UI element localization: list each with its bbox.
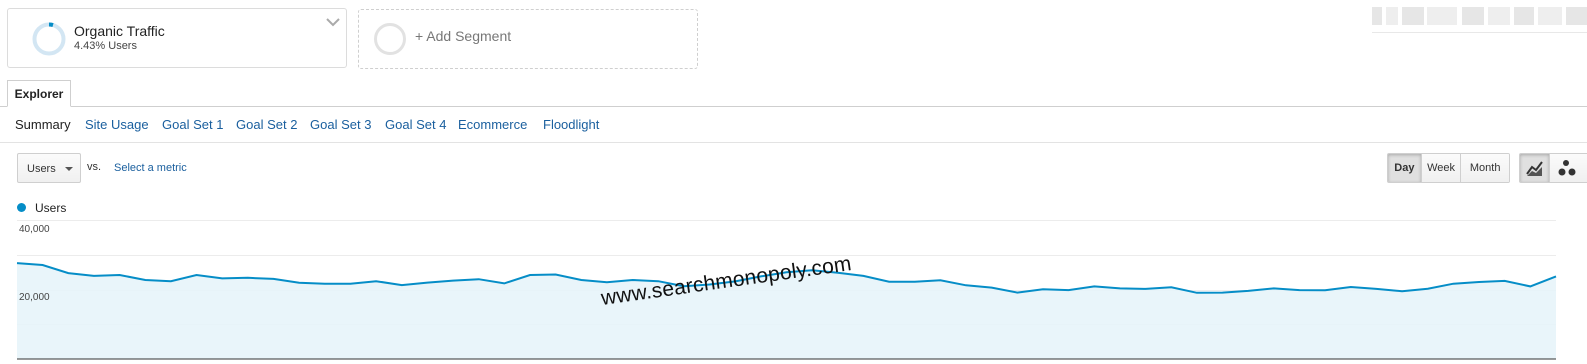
data-point[interactable] [1270,284,1278,292]
data-point[interactable] [885,278,893,286]
data-point[interactable] [1398,287,1406,295]
y-tick-label-40000: 40,000 [19,224,50,235]
data-point[interactable] [500,279,508,287]
data-point[interactable] [90,272,98,280]
data-point[interactable] [64,269,72,277]
data-point[interactable] [1090,282,1098,290]
data-point[interactable] [116,271,124,279]
data-point[interactable] [1424,285,1432,293]
data-point[interactable] [577,276,585,284]
data-point[interactable] [295,279,303,287]
data-point[interactable] [962,281,970,289]
data-point[interactable] [1552,272,1560,280]
data-point[interactable] [988,284,996,292]
data-point[interactable] [552,271,560,279]
data-point[interactable] [1372,285,1380,293]
data-point[interactable] [936,276,944,284]
users-area-chart [13,220,1560,360]
data-point[interactable] [1449,280,1457,288]
data-point[interactable] [141,276,149,284]
data-point[interactable] [372,277,380,285]
data-point[interactable] [449,277,457,285]
data-point[interactable] [1065,286,1073,294]
data-point[interactable] [346,280,354,288]
data-point[interactable] [1296,286,1304,294]
data-point[interactable] [1193,289,1201,297]
data-point[interactable] [1321,286,1329,294]
data-point[interactable] [859,272,867,280]
data-point[interactable] [244,274,252,282]
data-point[interactable] [1501,277,1509,285]
data-point[interactable] [1167,283,1175,291]
data-point[interactable] [1013,289,1021,297]
data-point[interactable] [1526,282,1534,290]
data-point[interactable] [1116,284,1124,292]
data-point[interactable] [526,271,534,279]
data-point[interactable] [398,281,406,289]
data-point[interactable] [321,280,329,288]
data-point[interactable] [270,275,278,283]
data-point[interactable] [39,261,47,269]
data-point[interactable] [1475,278,1483,286]
data-point[interactable] [1347,283,1355,291]
data-point[interactable] [423,279,431,287]
data-point[interactable] [475,275,483,283]
data-point[interactable] [1039,285,1047,293]
data-point[interactable] [218,274,226,282]
data-point[interactable] [1219,289,1227,297]
data-point[interactable] [911,278,919,286]
data-point[interactable] [13,259,21,267]
data-point[interactable] [193,271,201,279]
data-point[interactable] [1142,285,1150,293]
data-point[interactable] [1244,287,1252,295]
data-point[interactable] [167,277,175,285]
y-tick-label-20000: 20,000 [19,292,50,303]
